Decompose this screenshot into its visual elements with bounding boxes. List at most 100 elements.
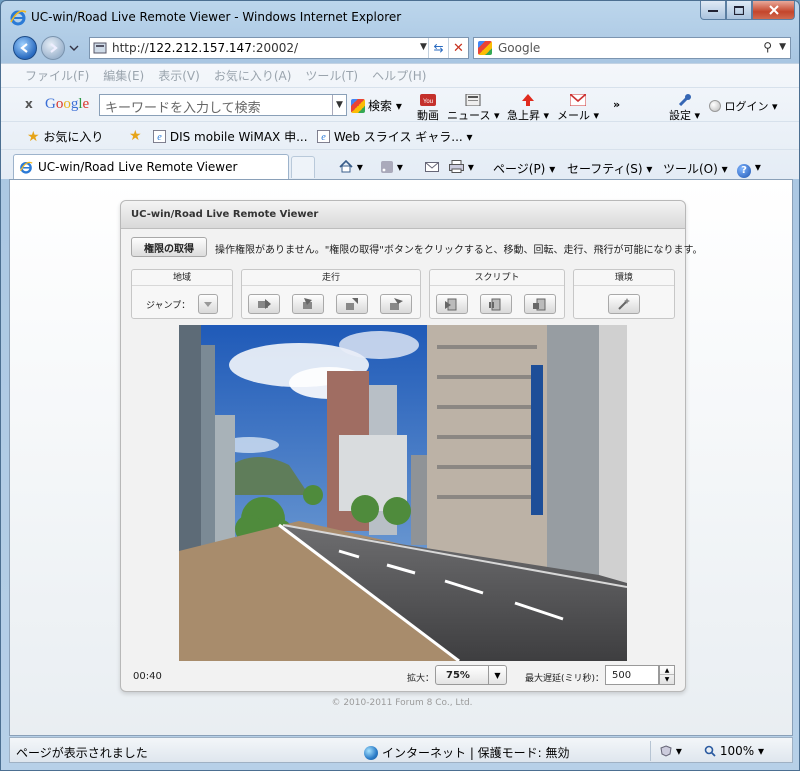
environment-button[interactable] xyxy=(608,294,640,314)
menu-edit[interactable]: 編集(E) xyxy=(103,67,144,84)
elapsed-time: 00:40 xyxy=(133,671,162,682)
magnifier-icon xyxy=(704,745,716,757)
more-chevron-button[interactable]: » xyxy=(613,98,620,111)
status-text: ページが表示されました xyxy=(16,746,148,760)
minimize-icon xyxy=(708,10,718,12)
zoom-value: 75% xyxy=(446,670,470,681)
read-mail-button[interactable] xyxy=(425,160,439,174)
home-icon xyxy=(339,159,353,173)
google-toolbar: x Google キーワードを入力して検索 ▼ 検索 ▾ You 動画 ニュース… xyxy=(1,88,799,122)
search-dropdown-icon[interactable]: ▼ xyxy=(779,42,786,52)
status-bar: ページが表示されました インターネット | 保護モード: 無効 ▾ 100% ▾ xyxy=(9,737,793,763)
zoom-dropdown-icon[interactable]: ▼ xyxy=(488,666,506,684)
car-turn-icon xyxy=(303,298,312,309)
script-stop-icon xyxy=(533,298,546,311)
google-input-dropdown-icon[interactable]: ▼ xyxy=(332,95,346,115)
magic-wand-icon xyxy=(618,298,630,310)
3d-viewport[interactable] xyxy=(179,325,627,661)
help-menu[interactable]: ? ▾ xyxy=(737,160,761,178)
spin-up-icon[interactable]: ▲ xyxy=(660,666,674,675)
back-arrow-icon xyxy=(20,43,28,53)
home-button[interactable]: ▾ xyxy=(339,159,363,174)
car-move-icon xyxy=(258,299,271,309)
page-icon xyxy=(93,42,107,54)
max-delay-input[interactable]: 500 xyxy=(605,665,659,685)
history-dropdown-icon[interactable] xyxy=(69,45,79,51)
tab-ie-icon xyxy=(19,161,33,174)
svg-text:You: You xyxy=(423,99,433,105)
settings-button[interactable]: 設定 ▾ xyxy=(669,94,700,123)
trending-button[interactable]: 急上昇 ▾ xyxy=(507,94,549,123)
address-dropdown-icon[interactable]: ▼ xyxy=(420,42,427,52)
security-zone[interactable]: インターネット | 保護モード: 無効 xyxy=(364,744,570,761)
environment-group: 環境 xyxy=(573,269,675,319)
feeds-button[interactable]: ▾ xyxy=(381,160,403,174)
google-search-input[interactable]: キーワードを入力して検索 ▼ xyxy=(99,94,347,116)
zoom-select[interactable]: 75% ▼ xyxy=(435,665,507,685)
address-row: http://122.212.157.147:20002/ ▼ ⇆ ✕ Goog… xyxy=(1,33,799,63)
map-group: 地域 ジャンプ： xyxy=(131,269,233,319)
toolbar-area: ファイル(F) 編集(E) 表示(V) お気に入り(A) ツール(T) ヘルプ(… xyxy=(1,63,799,180)
search-input[interactable]: Google xyxy=(498,41,540,55)
menu-bar: ファイル(F) 編集(E) 表示(V) お気に入り(A) ツール(T) ヘルプ(… xyxy=(1,64,799,88)
script-group: スクリプト xyxy=(429,269,565,319)
print-button[interactable]: ▾ xyxy=(449,160,474,174)
menu-tools[interactable]: ツール(T) xyxy=(305,67,358,84)
address-bar[interactable]: http://122.212.157.147:20002/ ▼ ⇆ ✕ xyxy=(89,37,469,59)
google-search-button[interactable]: 検索 ▾ xyxy=(351,97,402,114)
gmail-button[interactable]: メール ▾ xyxy=(557,94,599,123)
shield-lock-icon xyxy=(660,745,672,757)
add-favorites-button[interactable]: ★ xyxy=(129,128,142,144)
favorite-link-dis-mobile[interactable]: e DIS mobile WiMAX 申... xyxy=(153,128,308,145)
favorites-button[interactable]: ★ お気に入り xyxy=(27,128,103,145)
zoom-level[interactable]: 100% ▾ xyxy=(704,744,764,758)
window-controls xyxy=(700,1,795,21)
mail-envelope-icon xyxy=(425,162,439,172)
new-tab-button[interactable] xyxy=(291,156,315,178)
chevron-down-icon xyxy=(204,302,212,307)
google-toolbar-close-button[interactable]: x xyxy=(25,97,33,111)
stop-icon[interactable]: ✕ xyxy=(448,38,468,58)
favorites-bar: ★ お気に入り ★ e DIS mobile WiMAX 申... e Web … xyxy=(1,122,799,150)
printer-icon xyxy=(449,160,464,173)
favorite-link-web-slice[interactable]: e Web スライス ギャラ... ▾ xyxy=(317,128,473,145)
menu-view[interactable]: 表示(V) xyxy=(158,67,200,84)
menu-file[interactable]: ファイル(F) xyxy=(25,67,89,84)
tab-uc-win-road[interactable]: UC-win/Road Live Remote Viewer xyxy=(13,154,289,180)
safety-menu[interactable]: セーフティ(S) ▾ xyxy=(567,160,652,177)
max-delay-spinner[interactable]: ▲ ▼ xyxy=(659,665,675,685)
panel-header: UC-win/Road Live Remote Viewer xyxy=(121,201,685,229)
spin-down-icon[interactable]: ▼ xyxy=(660,675,674,684)
script-pause-button[interactable] xyxy=(480,294,512,314)
jump-dropdown[interactable] xyxy=(198,294,218,314)
tools-menu[interactable]: ツール(O) ▾ xyxy=(663,160,728,177)
svg-text:e: e xyxy=(321,132,326,143)
news-icon xyxy=(465,94,481,106)
drive-turn-button[interactable] xyxy=(292,294,324,314)
youtube-icon: You xyxy=(420,94,436,106)
compat-view-icon[interactable]: ⇆ xyxy=(428,38,448,58)
search-box[interactable]: Google ⚲ ▼ xyxy=(473,37,791,59)
drive-fly-button[interactable] xyxy=(380,294,412,314)
browser-window: UC-win/Road Live Remote Viewer - Windows… xyxy=(0,0,800,771)
search-icon[interactable]: ⚲ xyxy=(763,40,772,54)
script-play-button[interactable] xyxy=(436,294,468,314)
news-button[interactable]: ニュース ▾ xyxy=(447,94,499,123)
minimize-button[interactable] xyxy=(700,1,726,20)
acquire-permission-button[interactable]: 権限の取得 xyxy=(131,237,207,257)
drive-move-button[interactable] xyxy=(248,294,280,314)
maximize-button[interactable] xyxy=(726,1,752,20)
close-button[interactable] xyxy=(752,1,795,20)
protected-mode-button[interactable]: ▾ xyxy=(660,744,682,758)
drive-run-button[interactable] xyxy=(336,294,368,314)
menu-favorites[interactable]: お気に入り(A) xyxy=(214,67,292,84)
page-menu[interactable]: ページ(P) ▾ xyxy=(493,160,555,177)
script-stop-button[interactable] xyxy=(524,294,556,314)
address-url[interactable]: http://122.212.157.147:20002/ xyxy=(112,41,298,55)
forward-button[interactable] xyxy=(41,36,65,60)
forward-arrow-icon xyxy=(50,43,58,53)
youtube-button[interactable]: You 動画 xyxy=(417,94,439,123)
back-button[interactable] xyxy=(13,36,37,60)
menu-help[interactable]: ヘルプ(H) xyxy=(372,67,426,84)
login-button[interactable]: ログイン ▾ xyxy=(709,98,778,114)
